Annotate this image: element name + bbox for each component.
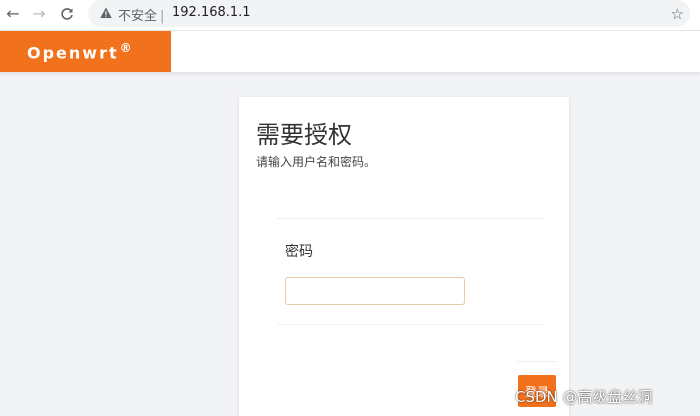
warning-triangle-icon [100, 7, 112, 18]
password-fieldset: 密码 [277, 218, 543, 325]
address-bar[interactable]: 不安全 | 192.168.1.1 ☆ [88, 0, 690, 27]
forward-button[interactable]: → [28, 3, 50, 25]
star-icon[interactable]: ☆ [671, 5, 684, 23]
registered-mark: ® [119, 40, 132, 55]
url-text[interactable]: 192.168.1.1 [172, 5, 251, 20]
brand-name: Openwrt® [27, 41, 132, 62]
password-input[interactable] [285, 277, 465, 305]
login-card: 需要授权 请输入用户名和密码。 密码 登录 [239, 97, 569, 416]
screen: ← → 不安全 | 192.168.1.1 ☆ Openwrt® 需要授权 请输… [0, 0, 700, 416]
password-label: 密码 [285, 244, 313, 260]
back-arrow-icon: ← [6, 4, 20, 23]
security-label: 不安全 [118, 9, 158, 24]
app-header: Openwrt® [0, 31, 700, 72]
actions-divider [517, 361, 557, 362]
watermark: CSDN @高级盘丝洞 [515, 388, 653, 406]
url-divider: | [160, 9, 165, 24]
forward-arrow-icon: → [32, 4, 46, 23]
page-title: 需要授权 [256, 121, 352, 149]
reload-button[interactable] [56, 3, 78, 25]
browser-toolbar: ← → 不安全 | 192.168.1.1 ☆ [0, 0, 700, 31]
brand-logo[interactable]: Openwrt® [0, 31, 171, 72]
reload-icon [61, 8, 73, 20]
page-description: 请输入用户名和密码。 [256, 155, 377, 169]
back-button[interactable]: ← [2, 3, 24, 25]
security-status[interactable]: 不安全 | [118, 5, 167, 24]
brand-text: Openwrt [27, 43, 119, 63]
